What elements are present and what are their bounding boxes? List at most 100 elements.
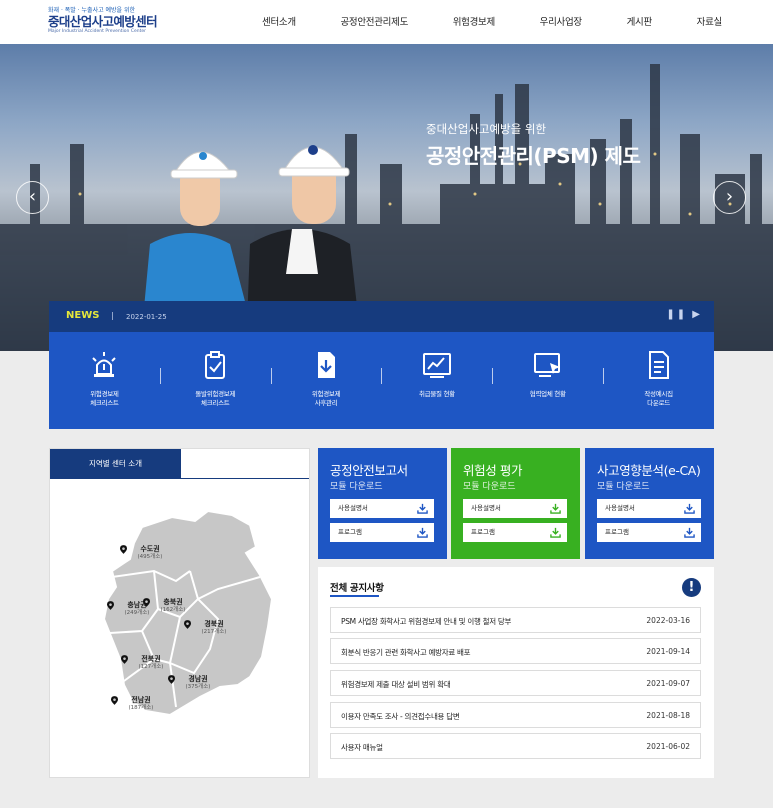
header: 화재 · 폭발 · 누출사고 예방을 위한 중대산업사고예방센터 Major I… xyxy=(0,0,773,44)
quick-link-risk-checklist[interactable]: 위험경보제 체크리스트 xyxy=(49,332,160,429)
hero-subtitle: 중대산업사고예방을 위한 xyxy=(426,122,547,136)
notice-row-date: 2022-03-16 xyxy=(646,616,690,625)
program-download-button[interactable]: 프로그램 xyxy=(330,523,434,542)
region-name: 전북권 xyxy=(141,655,161,663)
quick-link-substance-status[interactable]: 취급물질 현황 xyxy=(381,332,492,429)
quick-link-example-download[interactable]: 작성예시집 다운로드 xyxy=(603,332,714,429)
notice-row-title: 회분식 반응기 관련 화학사고 예방자료 배포 xyxy=(341,648,471,657)
region-pin-capital[interactable]: 수도권 (495개소) xyxy=(120,545,180,561)
nav-item-my-workplace[interactable]: 우리사업장 xyxy=(540,14,583,28)
download-icon xyxy=(550,503,561,514)
region-name: 충북권 xyxy=(163,598,183,606)
notice-row[interactable]: 이용자 만족도 조사 - 의견접수내용 답변 2021-08-18 xyxy=(330,702,701,728)
region-count: (187개소) xyxy=(128,705,154,711)
news-ticker: NEWS | 2022-01-25 ❚❚ ▶ xyxy=(49,301,714,332)
manual-download-button[interactable]: 사용설명서 xyxy=(330,499,434,518)
button-label: 사용설명서 xyxy=(605,504,635,512)
nav-item-risk-alert[interactable]: 위험경보제 xyxy=(453,14,496,28)
logo-tagline: 화재 · 폭발 · 누출사고 예방을 위한 xyxy=(48,7,136,14)
hero-title: 공정안전관리(PSM) 제도 xyxy=(426,144,641,168)
notice-row[interactable]: 위험경보제 제출 대상 설비 범위 확대 2021-09-07 xyxy=(330,670,701,696)
clipboard-check-icon xyxy=(205,351,226,379)
notice-row-date: 2021-09-14 xyxy=(646,647,690,656)
nav-item-library[interactable]: 자료실 xyxy=(697,14,723,28)
notice-row[interactable]: PSM 사업장 화학사고 위험경보제 안내 및 이행 철저 당부 2022-03… xyxy=(330,607,701,633)
region-name: 경남권 xyxy=(188,675,208,683)
region-pin-jeonnam[interactable]: 전남권 (187개소) xyxy=(111,696,171,712)
card-subtitle: 모듈 다운로드 xyxy=(463,482,516,492)
region-pin-chungbuk[interactable]: 충북권 (162개소) xyxy=(143,598,203,614)
monitor-cursor-icon xyxy=(533,353,560,377)
alarm-light-icon xyxy=(92,352,117,377)
notice-panel: 전체 공지사항 ! PSM 사업장 화학사고 위험경보제 안내 및 이행 철저 … xyxy=(318,567,714,778)
card-title: 공정안전보고서 xyxy=(330,463,408,478)
region-pin-gyeongbuk[interactable]: 경북권 (217개소) xyxy=(184,620,244,636)
button-label: 사용설명서 xyxy=(471,504,501,512)
card-e-ca: 사고영향분석(e-CA) 모듈 다운로드 사용설명서 프로그램 xyxy=(585,448,714,559)
notice-row-title: 사용자 매뉴얼 xyxy=(341,743,383,752)
region-count: (375개소) xyxy=(185,684,211,690)
button-label: 프로그램 xyxy=(605,528,629,536)
quick-link-label: 위험경보제 사후관리 xyxy=(311,390,341,407)
news-separator: | xyxy=(111,311,114,320)
region-name: 경북권 xyxy=(204,620,224,628)
chevron-right-icon: › xyxy=(725,186,734,207)
download-icon xyxy=(550,527,561,538)
location-pin-icon xyxy=(143,598,150,607)
region-name: 전남권 xyxy=(131,696,151,704)
location-pin-icon xyxy=(168,675,175,684)
button-label: 프로그램 xyxy=(338,528,362,536)
nav-item-center-intro[interactable]: 센터소개 xyxy=(262,14,296,28)
hero-prev-button[interactable]: ‹ xyxy=(16,181,49,214)
location-pin-icon xyxy=(111,696,118,705)
notice-row-title: 위험경보제 제출 대상 설비 범위 확대 xyxy=(341,680,451,689)
quick-links-bar: 위험경보제 체크리스트 돌발위험경보제 체크리스트 위험경보제 사후관리 취급물… xyxy=(49,332,714,429)
quick-link-label: 위험경보제 체크리스트 xyxy=(90,390,119,407)
card-subtitle: 모듈 다운로드 xyxy=(330,482,383,492)
region-pin-gyeongnam[interactable]: 경남권 (375개소) xyxy=(168,675,228,691)
location-pin-icon xyxy=(120,545,127,554)
location-pin-icon xyxy=(121,655,128,664)
notice-more-icon[interactable]: ! xyxy=(682,578,701,597)
document-list-icon xyxy=(648,351,669,379)
notice-row[interactable]: 회분식 반응기 관련 화학사고 예방자료 배포 2021-09-14 xyxy=(330,638,701,664)
notice-title-underline xyxy=(330,595,379,597)
region-pin-jeonbuk[interactable]: 전북권 (127개소) xyxy=(121,655,181,671)
region-center-panel: 지역별 센터 소개 수도권 (495개소) 충남권 (249개소) 충북권 (1… xyxy=(49,448,310,778)
news-date[interactable]: 2022-01-25 xyxy=(126,313,167,321)
notice-row-title: PSM 사업장 화학사고 위험경보제 안내 및 이행 철저 당부 xyxy=(341,617,512,626)
quick-link-label: 작성예시집 다운로드 xyxy=(644,390,673,407)
region-count: (495개소) xyxy=(137,554,163,560)
quick-link-sudden-risk-checklist[interactable]: 돌발위험경보제 체크리스트 xyxy=(159,332,271,429)
quick-link-follow-up[interactable]: 위험경보제 사후관리 xyxy=(270,332,382,429)
quick-link-label: 돌발위험경보제 체크리스트 xyxy=(195,390,236,407)
nav-item-psm-system[interactable]: 공정안전관리제도 xyxy=(340,14,408,28)
button-label: 프로그램 xyxy=(471,528,495,536)
location-pin-icon xyxy=(184,620,191,629)
region-count: (162개소) xyxy=(160,607,186,613)
download-icon xyxy=(417,527,428,538)
notice-row-date: 2021-08-18 xyxy=(646,711,690,720)
button-label: 사용설명서 xyxy=(338,504,368,512)
quick-link-label: 협력업체 현황 xyxy=(529,390,566,398)
quick-link-partner-status[interactable]: 협력업체 현황 xyxy=(492,332,603,429)
download-icon xyxy=(684,527,695,538)
manual-download-button[interactable]: 사용설명서 xyxy=(463,499,567,518)
site-logo[interactable]: 화재 · 폭발 · 누출사고 예방을 위한 중대산업사고예방센터 Major I… xyxy=(48,5,158,34)
program-download-button[interactable]: 프로그램 xyxy=(597,523,701,542)
notice-row-date: 2021-09-07 xyxy=(646,679,690,688)
news-controls[interactable]: ❚❚ ▶ xyxy=(666,309,702,320)
card-risk-assessment: 위험성 평가 모듈 다운로드 사용설명서 프로그램 xyxy=(451,448,580,559)
notice-title[interactable]: 전체 공지사항 xyxy=(330,580,384,594)
news-label: NEWS xyxy=(66,310,100,321)
notice-row[interactable]: 사용자 매뉴얼 2021-06-02 xyxy=(330,733,701,759)
nav-item-board[interactable]: 게시판 xyxy=(627,14,653,28)
hero-next-button[interactable]: › xyxy=(713,181,746,214)
main-nav: 센터소개 공정안전관리제도 위험경보제 우리사업장 게시판 자료실 xyxy=(262,14,722,28)
download-icon xyxy=(684,503,695,514)
line-chart-icon xyxy=(422,353,451,378)
program-download-button[interactable]: 프로그램 xyxy=(463,523,567,542)
manual-download-button[interactable]: 사용설명서 xyxy=(597,499,701,518)
region-count: (127개소) xyxy=(138,664,164,670)
download-icon xyxy=(417,503,428,514)
